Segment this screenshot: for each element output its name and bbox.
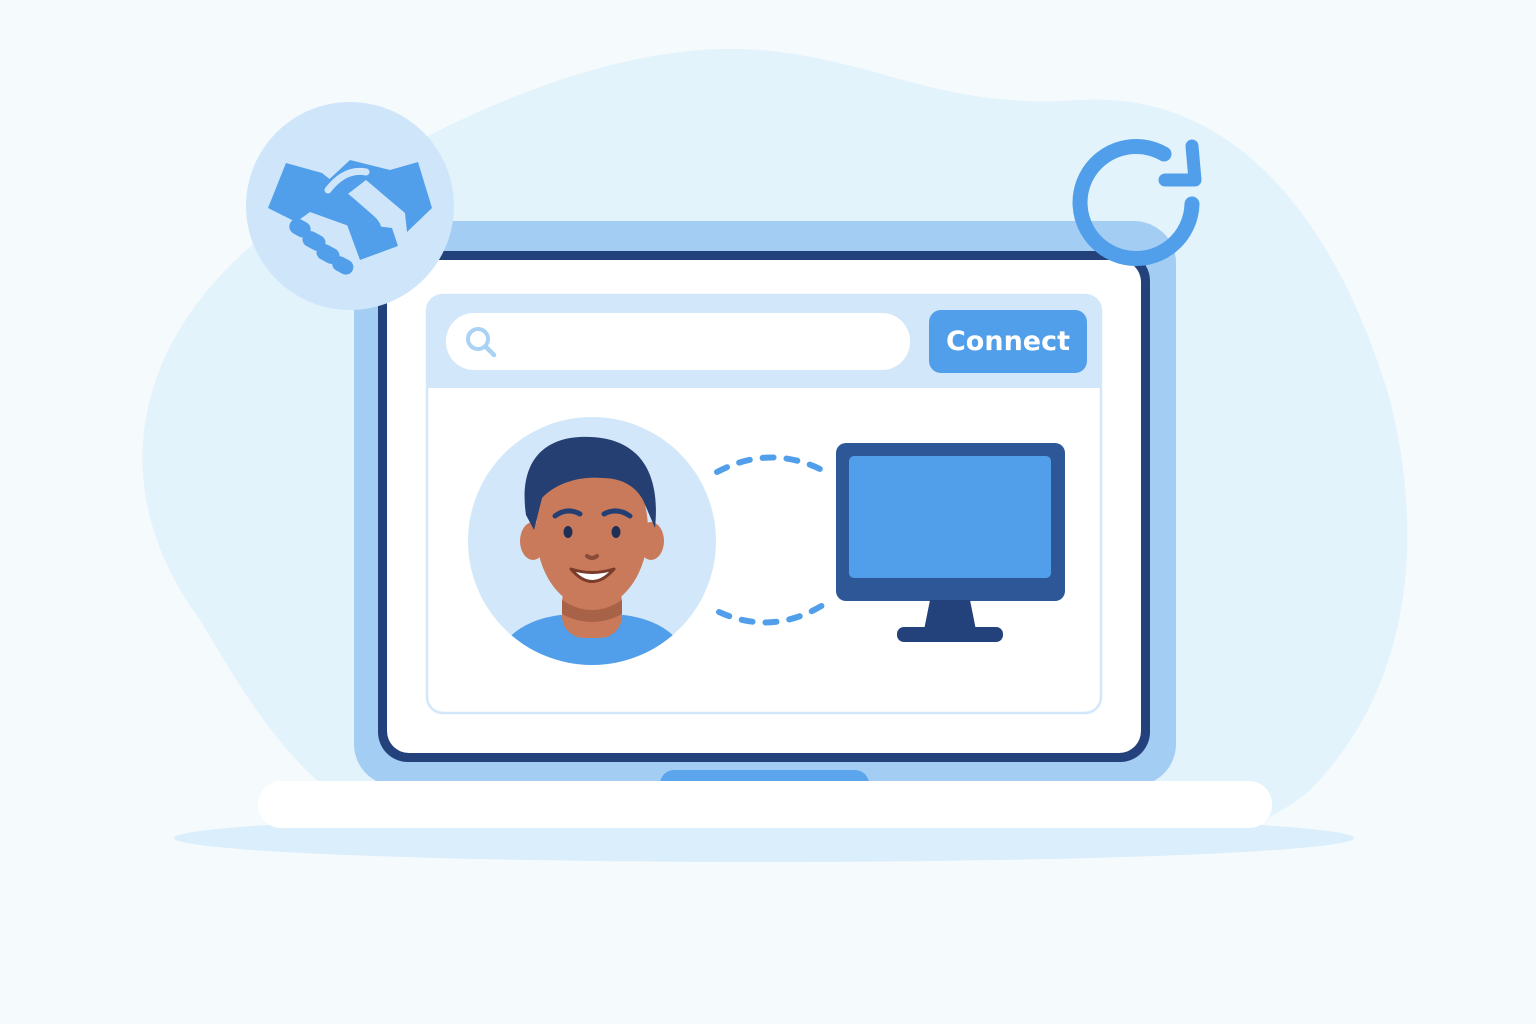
connect-button[interactable]: Connect <box>929 310 1087 373</box>
background-scene <box>142 48 1408 862</box>
search-bar[interactable] <box>446 313 910 372</box>
laptop-base <box>258 781 1272 828</box>
illustration-stage: Connect <box>0 0 1536 1024</box>
search-icon <box>466 327 497 358</box>
search-input[interactable] <box>506 313 900 372</box>
handshake-badge <box>246 102 454 310</box>
